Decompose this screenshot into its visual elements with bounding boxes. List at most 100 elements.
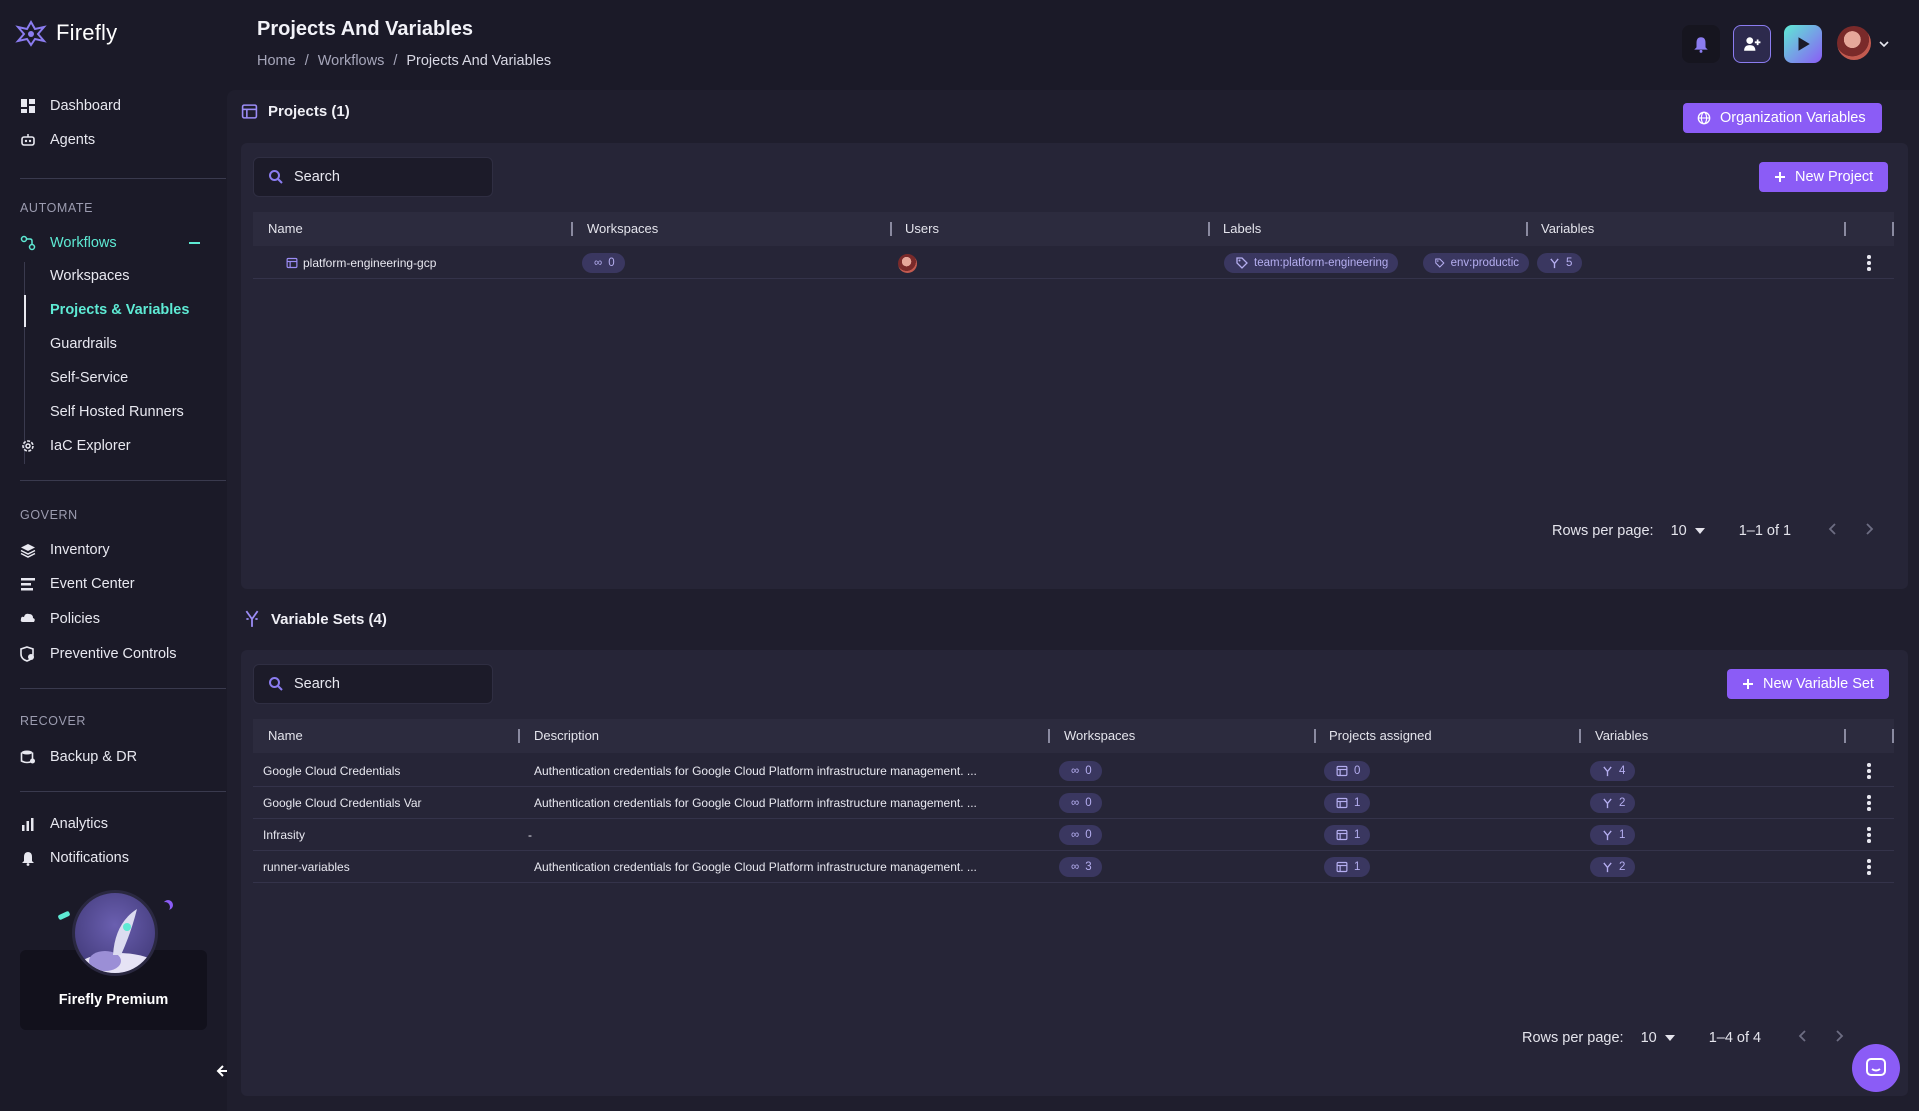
- variable-set-name[interactable]: Infrasity: [263, 828, 305, 842]
- variables-count-badge[interactable]: 1: [1590, 825, 1636, 845]
- variables-count-badge[interactable]: 2: [1590, 857, 1636, 877]
- column-header-description[interactable]: Description: [534, 728, 599, 743]
- column-separator[interactable]: [1844, 729, 1846, 743]
- projects-search-input[interactable]: [294, 169, 474, 185]
- more-actions-icon[interactable]: [1867, 795, 1871, 811]
- projects-count-badge[interactable]: 1: [1324, 793, 1371, 813]
- column-header-users[interactable]: Users: [905, 221, 939, 236]
- sidebar-item-preventive-controls[interactable]: Preventive Controls: [20, 643, 177, 665]
- sidebar-item-policies[interactable]: Policies: [20, 608, 100, 630]
- more-actions-icon[interactable]: [1867, 255, 1871, 271]
- previous-page-button[interactable]: [1797, 1029, 1807, 1047]
- firefly-logo[interactable]: Firefly: [14, 19, 117, 47]
- variable-sets-search-input[interactable]: [294, 676, 474, 692]
- projects-section-title: Projects (1): [241, 103, 350, 120]
- table-row[interactable]: runner-variables Authentication credenti…: [253, 851, 1894, 883]
- variable-set-name[interactable]: Google Cloud Credentials Var: [263, 796, 422, 810]
- column-separator[interactable]: [1314, 729, 1316, 743]
- sidebar-item-analytics[interactable]: Analytics: [20, 813, 108, 835]
- more-actions-icon[interactable]: [1867, 827, 1871, 843]
- organization-variables-button[interactable]: Organization Variables: [1683, 103, 1882, 133]
- table-row[interactable]: platform-engineering-gcp ∞ 0 team:platfo…: [253, 247, 1894, 279]
- table-row[interactable]: Google Cloud Credentials Var Authenticat…: [253, 787, 1894, 819]
- variables-count-badge[interactable]: 5: [1537, 253, 1583, 273]
- projects-search[interactable]: [253, 157, 493, 197]
- new-project-button[interactable]: New Project: [1759, 162, 1889, 192]
- variable-sets-search[interactable]: [253, 664, 493, 704]
- variables-count-badge[interactable]: 2: [1590, 793, 1636, 813]
- notifications-button[interactable]: [1682, 25, 1720, 63]
- column-separator[interactable]: [1579, 729, 1581, 743]
- next-page-button[interactable]: [1865, 522, 1875, 540]
- projects-count-badge[interactable]: 0: [1324, 761, 1371, 781]
- sidebar-item-self-service[interactable]: Self-Service: [50, 370, 128, 386]
- column-header-labels[interactable]: Labels: [1223, 221, 1261, 236]
- column-header-workspaces[interactable]: Workspaces: [1064, 728, 1135, 743]
- sidebar-item-notifications[interactable]: Notifications: [20, 847, 129, 869]
- variable-set-name[interactable]: runner-variables: [263, 860, 350, 874]
- column-header-variables[interactable]: Variables: [1595, 728, 1648, 743]
- table-row[interactable]: Google Cloud Credentials Authentication …: [253, 755, 1894, 787]
- variables-count-badge[interactable]: 4: [1590, 761, 1636, 781]
- column-separator[interactable]: [1844, 222, 1846, 236]
- caret-down-icon: [1694, 528, 1705, 534]
- rows-per-page-select[interactable]: 10: [1671, 523, 1705, 539]
- sidebar-item-dashboard[interactable]: Dashboard: [20, 95, 121, 117]
- play-button[interactable]: [1784, 25, 1822, 63]
- chevron-down-icon[interactable]: [1878, 36, 1890, 53]
- more-actions-icon[interactable]: [1867, 859, 1871, 875]
- column-header-variables[interactable]: Variables: [1541, 221, 1594, 236]
- sidebar-item-inventory[interactable]: Inventory: [20, 539, 110, 561]
- invite-user-button[interactable]: [1733, 25, 1771, 63]
- section-label-automate: AUTOMATE: [20, 201, 94, 215]
- sidebar-item-event-center[interactable]: Event Center: [20, 573, 135, 595]
- breadcrumb-current: Projects And Variables: [406, 53, 552, 69]
- sidebar-item-self-hosted-runners[interactable]: Self Hosted Runners: [50, 404, 184, 420]
- more-actions-icon[interactable]: [1867, 763, 1871, 779]
- sidebar-item-guardrails[interactable]: Guardrails: [50, 336, 117, 352]
- workspaces-count-badge[interactable]: ∞ 0: [1059, 761, 1102, 781]
- sidebar-item-workspaces[interactable]: Workspaces: [50, 268, 130, 284]
- column-separator[interactable]: [1048, 729, 1050, 743]
- sidebar-item-iac-explorer[interactable]: IaC Explorer: [20, 435, 131, 457]
- rows-per-page-select[interactable]: 10: [1641, 1030, 1675, 1046]
- column-separator[interactable]: [1526, 222, 1528, 236]
- sidebar-item-agents[interactable]: Agents: [20, 129, 95, 151]
- caret-down-icon: [1664, 1035, 1675, 1041]
- submenu-line: [24, 262, 25, 464]
- workspaces-count-badge[interactable]: ∞ 3: [1059, 857, 1102, 877]
- label-badge[interactable]: env:productic: [1423, 253, 1529, 273]
- projects-count-badge[interactable]: 1: [1324, 825, 1371, 845]
- column-separator[interactable]: [890, 222, 892, 236]
- column-separator[interactable]: [1208, 222, 1210, 236]
- column-header-projects-assigned[interactable]: Projects assigned: [1329, 728, 1432, 743]
- table-row[interactable]: Infrasity - ∞ 0 1 1: [253, 819, 1894, 851]
- column-separator[interactable]: [1892, 222, 1894, 236]
- sidebar-item-backup-dr[interactable]: Backup & DR: [20, 746, 137, 768]
- projects-count-badge[interactable]: 1: [1324, 857, 1371, 877]
- project-name[interactable]: platform-engineering-gcp: [303, 256, 436, 270]
- column-header-name[interactable]: Name: [268, 221, 303, 236]
- user-avatar[interactable]: [898, 254, 917, 273]
- avatar[interactable]: [1837, 26, 1871, 60]
- next-page-button[interactable]: [1835, 1029, 1845, 1047]
- breadcrumb-workflows[interactable]: Workflows: [318, 53, 385, 69]
- workspaces-count-badge[interactable]: ∞ 0: [1059, 825, 1102, 845]
- breadcrumb-home[interactable]: Home: [257, 53, 296, 69]
- label-badge[interactable]: team:platform-engineering: [1224, 253, 1399, 273]
- column-separator[interactable]: [518, 729, 520, 743]
- previous-page-button[interactable]: [1827, 522, 1837, 540]
- column-header-workspaces[interactable]: Workspaces: [587, 221, 658, 236]
- column-header-name[interactable]: Name: [268, 728, 303, 743]
- sidebar-item-workflows[interactable]: Workflows: [20, 232, 117, 254]
- workspaces-count-badge[interactable]: ∞ 0: [582, 253, 625, 273]
- variable-set-name[interactable]: Google Cloud Credentials: [263, 764, 400, 778]
- support-chat-button[interactable]: [1852, 1044, 1900, 1092]
- workspaces-count-badge[interactable]: ∞ 0: [1059, 793, 1102, 813]
- column-separator[interactable]: [571, 222, 573, 236]
- sidebar-item-projects-variables[interactable]: Projects & Variables: [50, 302, 189, 318]
- column-separator[interactable]: [1892, 729, 1894, 743]
- new-variable-set-button[interactable]: New Variable Set: [1727, 669, 1889, 699]
- collapse-minus-icon[interactable]: [189, 242, 200, 244]
- projects-count: 0: [1354, 765, 1361, 777]
